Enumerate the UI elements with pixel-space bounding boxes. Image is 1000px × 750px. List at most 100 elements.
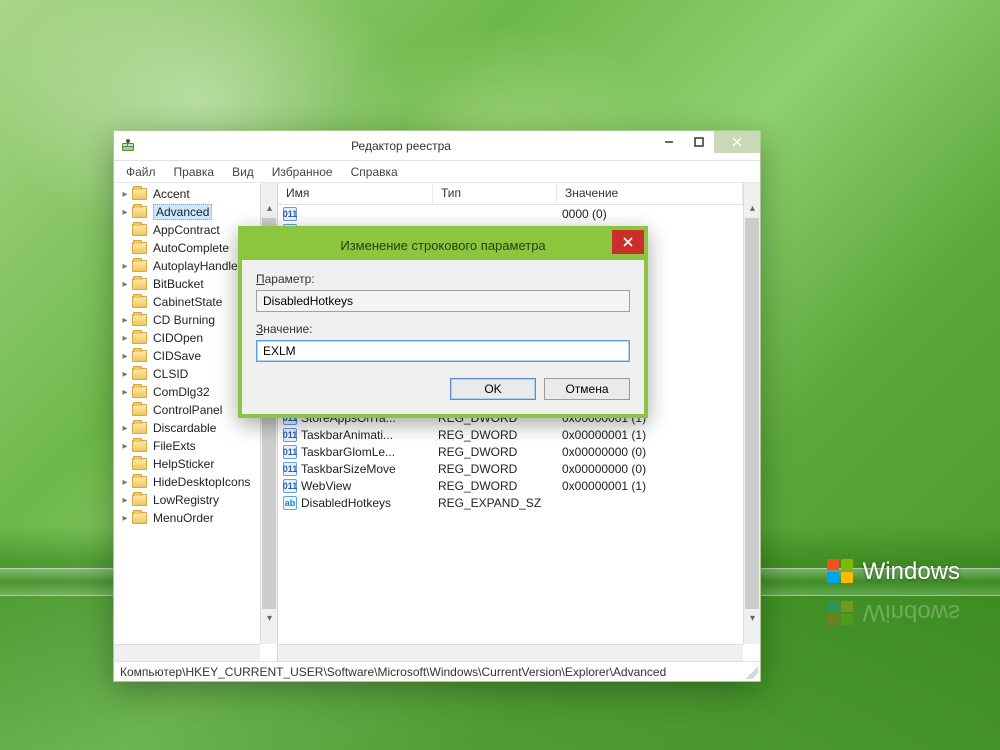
- tree-item[interactable]: ▸ MenuOrder: [114, 509, 260, 527]
- tree-item[interactable]: ▸Discardable: [114, 419, 260, 437]
- table-row[interactable]: 011TaskbarAnimati...REG_DWORD0x00000001 …: [278, 426, 743, 443]
- cancel-button[interactable]: Отмена: [544, 378, 630, 400]
- expand-caret-icon[interactable]: ▸: [120, 387, 130, 398]
- expand-caret-icon[interactable]: ▸: [120, 207, 130, 218]
- expand-caret-icon[interactable]: ▸: [120, 441, 130, 452]
- tree-hscrollbar[interactable]: [114, 644, 260, 661]
- tree-item[interactable]: ▸Accent: [114, 185, 260, 203]
- scroll-up-icon[interactable]: ▴: [261, 200, 278, 217]
- expand-caret-icon[interactable]: ▸: [120, 315, 130, 326]
- resize-grip-icon[interactable]: [746, 667, 758, 679]
- scroll-down-icon[interactable]: ▾: [744, 610, 760, 627]
- row-type: REG_EXPAND_SZ: [433, 496, 557, 510]
- statusbar: Компьютер\HKEY_CURRENT_USER\Software\Mic…: [114, 661, 760, 681]
- windows-brand-reflection: Windows: [827, 598, 960, 626]
- row-value: 0x00000001 (1): [557, 479, 743, 493]
- folder-icon: [132, 224, 147, 236]
- col-header-value[interactable]: Значение: [557, 183, 743, 204]
- expand-caret-icon[interactable]: ▸: [120, 351, 130, 362]
- tree-item[interactable]: ▸ LowRegistry: [114, 491, 260, 509]
- row-name: TaskbarGlomLe...: [301, 445, 395, 459]
- expand-caret-icon[interactable]: ▸: [120, 423, 130, 434]
- folder-icon: [132, 512, 147, 524]
- folder-icon: [132, 332, 147, 344]
- table-row[interactable]: 011WebViewREG_DWORD0x00000001 (1): [278, 477, 743, 494]
- tree-item-label: AutoComplete: [153, 241, 229, 255]
- expand-caret-icon[interactable]: ▸: [120, 477, 130, 488]
- menu-edit[interactable]: Правка: [166, 163, 223, 181]
- folder-icon: [132, 206, 147, 218]
- expand-caret-icon[interactable]: ▸: [120, 495, 130, 506]
- row-type: REG_DWORD: [433, 479, 557, 493]
- value-label: Значение:: [256, 322, 630, 336]
- list-hscrollbar[interactable]: [278, 644, 743, 661]
- ok-button[interactable]: OK: [450, 378, 536, 400]
- table-row[interactable]: abDisabledHotkeysREG_EXPAND_SZ: [278, 494, 743, 511]
- list-vscrollbar[interactable]: ▴ ▾: [743, 183, 760, 644]
- tree-item[interactable]: ▸Advanced: [114, 203, 260, 221]
- folder-icon: [132, 476, 147, 488]
- edit-string-dialog: Изменение строкового параметра Параметр:…: [238, 226, 648, 418]
- regedit-icon: [120, 138, 136, 154]
- registry-value-icon: 011: [283, 445, 297, 459]
- scroll-up-icon[interactable]: ▴: [744, 200, 760, 217]
- folder-icon: [132, 458, 147, 470]
- scroll-down-icon[interactable]: ▾: [261, 610, 278, 627]
- folder-icon: [132, 440, 147, 452]
- expand-caret-icon[interactable]: ▸: [120, 369, 130, 380]
- table-row[interactable]: 0110000 (0): [278, 205, 743, 222]
- folder-icon: [132, 386, 147, 398]
- tree-item-label: CD Burning: [153, 313, 215, 327]
- row-type: REG_DWORD: [433, 462, 557, 476]
- menu-favorites[interactable]: Избранное: [264, 163, 341, 181]
- menu-file[interactable]: Файл: [118, 163, 164, 181]
- close-button[interactable]: [714, 131, 760, 153]
- folder-icon: [132, 242, 147, 254]
- tree-item-label: FileExts: [153, 439, 196, 453]
- row-value: 0x00000001 (1): [557, 428, 743, 442]
- folder-icon: [132, 260, 147, 272]
- expand-caret-icon[interactable]: ▸: [120, 279, 130, 290]
- menu-view[interactable]: Вид: [224, 163, 262, 181]
- folder-icon: [132, 278, 147, 290]
- row-type: REG_DWORD: [433, 445, 557, 459]
- tree-item[interactable]: ▸HideDesktopIcons: [114, 473, 260, 491]
- table-row[interactable]: 011TaskbarSizeMoveREG_DWORD0x00000000 (0…: [278, 460, 743, 477]
- registry-value-icon: 011: [283, 207, 297, 221]
- titlebar[interactable]: Редактор реестра: [114, 131, 760, 161]
- menu-help[interactable]: Справка: [343, 163, 406, 181]
- folder-icon: [132, 350, 147, 362]
- dialog-close-button[interactable]: [612, 230, 644, 254]
- col-header-type[interactable]: Тип: [433, 183, 557, 204]
- minimize-button[interactable]: [654, 131, 684, 153]
- tree-item-label: MenuOrder: [153, 511, 214, 525]
- col-header-name[interactable]: Имя: [278, 183, 433, 204]
- tree-item-label: CLSID: [153, 367, 188, 381]
- tree-item[interactable]: ▸ FileExts: [114, 437, 260, 455]
- tree-item-label: CIDSave: [153, 349, 201, 363]
- maximize-button[interactable]: [684, 131, 714, 153]
- tree-item[interactable]: HelpSticker: [114, 455, 260, 473]
- registry-value-icon: 011: [283, 479, 297, 493]
- folder-icon: [132, 494, 147, 506]
- dialog-titlebar[interactable]: Изменение строкового параметра: [242, 230, 644, 260]
- expand-caret-icon[interactable]: ▸: [120, 513, 130, 524]
- folder-icon: [132, 422, 147, 434]
- tree-item-label: ComDlg32: [153, 385, 210, 399]
- value-field[interactable]: [256, 340, 630, 362]
- row-name: DisabledHotkeys: [301, 496, 391, 510]
- expand-caret-icon[interactable]: ▸: [120, 333, 130, 344]
- folder-icon: [132, 188, 147, 200]
- tree-item-label: ControlPanel: [153, 403, 222, 417]
- tree-item-label: CIDOpen: [153, 331, 203, 345]
- tree-item-label: LowRegistry: [153, 493, 219, 507]
- expand-caret-icon[interactable]: ▸: [120, 189, 130, 200]
- registry-value-icon: 011: [283, 462, 297, 476]
- expand-caret-icon[interactable]: ▸: [120, 261, 130, 272]
- list-header: Имя Тип Значение: [278, 183, 743, 205]
- table-row[interactable]: 011TaskbarGlomLe...REG_DWORD0x00000000 (…: [278, 443, 743, 460]
- menubar: Файл Правка Вид Избранное Справка: [114, 161, 760, 183]
- row-type: REG_DWORD: [433, 428, 557, 442]
- param-name-field: [256, 290, 630, 312]
- windows-brand-text: Windows: [863, 558, 960, 586]
